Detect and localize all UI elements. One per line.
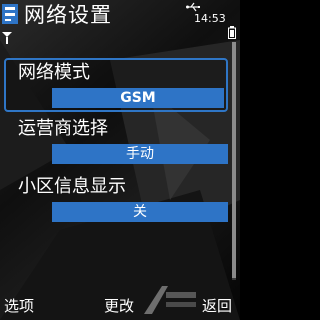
phone-screen: 网络设置 14:53 网络模式 GSM 运营商选择 手动 小区信息显示 关 选项… [0,0,240,320]
setting-network-mode[interactable]: 网络模式 GSM [4,58,228,112]
battery-icon [228,26,236,39]
setting-cell-info-display[interactable]: 小区信息显示 关 [4,174,228,228]
clock: 14:53 [194,12,226,25]
softkey-back[interactable]: 返回 [202,296,232,316]
network-logo-icon [2,4,18,24]
setting-value: 手动 [52,144,228,164]
status-bar: 网络设置 14:53 [0,0,240,30]
usb-icon [186,2,200,12]
setting-value: 关 [52,202,228,222]
setting-value: GSM [52,88,224,108]
setting-label: 小区信息显示 [18,176,126,197]
setting-operator-selection[interactable]: 运营商选择 手动 [4,116,228,170]
softkey-options[interactable]: 选项 [4,296,34,316]
page-title: 网络设置 [24,3,112,27]
scrollbar-thumb[interactable] [232,42,236,278]
site-watermark-logo [144,286,196,314]
signal-icon [2,32,12,44]
softkey-change[interactable]: 更改 [104,296,134,316]
setting-label: 网络模式 [18,62,90,83]
setting-label: 运营商选择 [18,118,108,139]
